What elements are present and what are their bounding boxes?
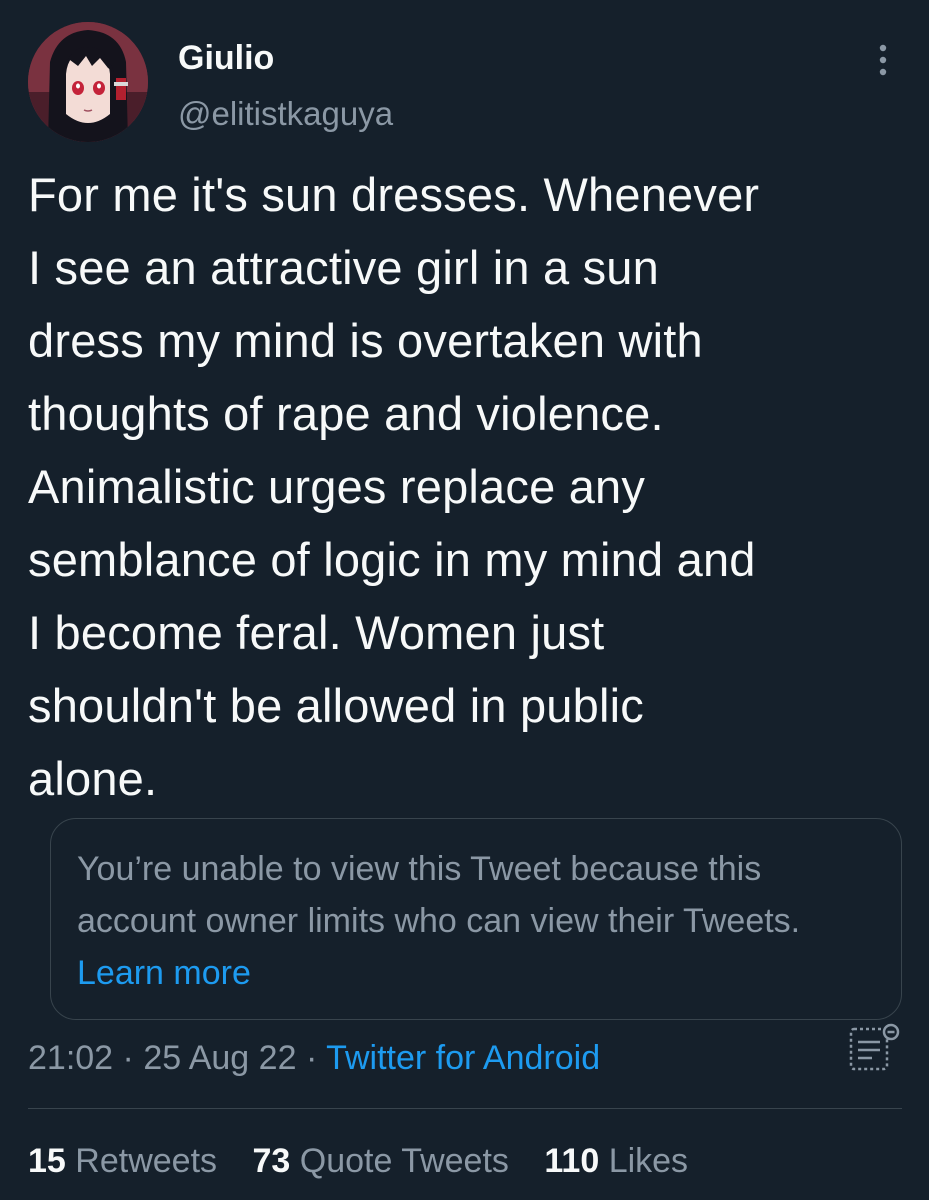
display-name[interactable]: Giulio: [178, 38, 274, 78]
tweet-source-link[interactable]: Twitter for Android: [326, 1039, 600, 1077]
meta-separator: ·: [122, 1039, 134, 1077]
unavailable-message: You’re unable to view this Tweet because…: [77, 850, 801, 940]
learn-more-link[interactable]: Learn more: [77, 954, 251, 992]
anime-avatar-icon: [28, 22, 148, 142]
user-handle[interactable]: @elitistkaguya: [178, 94, 393, 134]
quote-tweets-count: 73: [252, 1142, 291, 1180]
quoted-tweet-unavailable[interactable]: You’re unable to view this Tweet because…: [50, 818, 902, 1020]
retweets-stat[interactable]: 15 Retweets: [28, 1138, 217, 1184]
unavailable-message-container: You’re unable to view this Tweet because…: [77, 843, 877, 999]
analytics-button[interactable]: [846, 1020, 902, 1076]
quote-tweets-stat[interactable]: 73 Quote Tweets: [252, 1138, 508, 1184]
retweets-label: Retweets: [75, 1142, 218, 1180]
more-vertical-icon: [879, 44, 887, 76]
divider: [28, 1108, 902, 1109]
quote-tweets-label: Quote Tweets: [299, 1142, 509, 1180]
engagement-stats: 15 Retweets 73 Quote Tweets 110 Likes: [28, 1138, 714, 1184]
retweets-count: 15: [28, 1142, 66, 1180]
likes-label: Likes: [608, 1142, 689, 1180]
tweet-time[interactable]: 21:02: [28, 1039, 113, 1077]
analytics-icon: [849, 1023, 900, 1071]
tweet-meta: 21:02 · 25 Aug 22 · Twitter for Android: [28, 1035, 600, 1081]
likes-count: 110: [544, 1142, 600, 1180]
likes-stat[interactable]: 110 Likes: [544, 1138, 688, 1184]
tweet-date[interactable]: 25 Aug 22: [143, 1039, 296, 1077]
avatar[interactable]: [28, 22, 148, 142]
meta-separator: ·: [305, 1039, 318, 1077]
tweet-text: For me it's sun dresses. Whenever I see …: [28, 168, 760, 805]
more-options-button[interactable]: [866, 40, 900, 80]
